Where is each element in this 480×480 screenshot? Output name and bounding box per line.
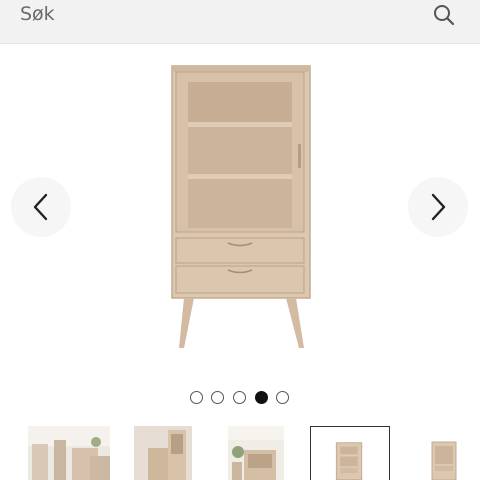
- thumbnail-strip: [0, 426, 480, 480]
- thumbnail-1[interactable]: [28, 426, 110, 480]
- next-image-button[interactable]: [408, 177, 468, 237]
- chevron-right-icon: [431, 193, 446, 221]
- thumbnail-2[interactable]: [134, 426, 192, 480]
- pagination-dot-1[interactable]: [190, 391, 203, 404]
- thumbnail-3[interactable]: [228, 426, 284, 480]
- pagination-dot-5[interactable]: [276, 391, 289, 404]
- previous-image-button[interactable]: [11, 177, 71, 237]
- chevron-left-icon: [33, 193, 48, 221]
- product-image-cabinet: [171, 65, 311, 348]
- search-icon[interactable]: [432, 3, 456, 27]
- thumbnail-4[interactable]: [310, 426, 390, 480]
- search-placeholder: Søk: [20, 3, 55, 25]
- image-pagination: [0, 391, 480, 405]
- pagination-dot-4[interactable]: [255, 391, 268, 404]
- pagination-dot-3[interactable]: [233, 391, 246, 404]
- product-gallery: [0, 44, 480, 420]
- thumbnail-5[interactable]: [424, 426, 464, 480]
- pagination-dot-2[interactable]: [211, 391, 224, 404]
- search-bar[interactable]: Søk: [0, 0, 480, 44]
